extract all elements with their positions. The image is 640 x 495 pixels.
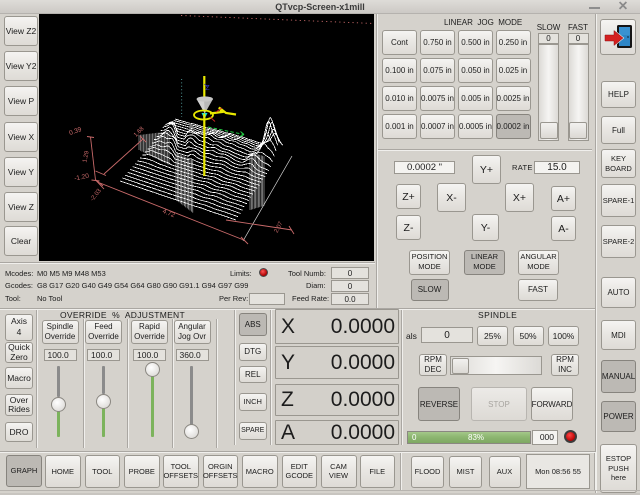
svg-text:-1.20: -1.20 xyxy=(74,172,90,182)
svg-text:1.68: 1.68 xyxy=(133,126,146,139)
svg-text:-2.03: -2.03 xyxy=(90,188,104,203)
svg-text:0.39: 0.39 xyxy=(68,126,83,137)
svg-text:4.72: 4.72 xyxy=(161,208,176,219)
svg-text:2.07: 2.07 xyxy=(274,220,285,234)
svg-text:1.29: 1.29 xyxy=(82,150,90,163)
